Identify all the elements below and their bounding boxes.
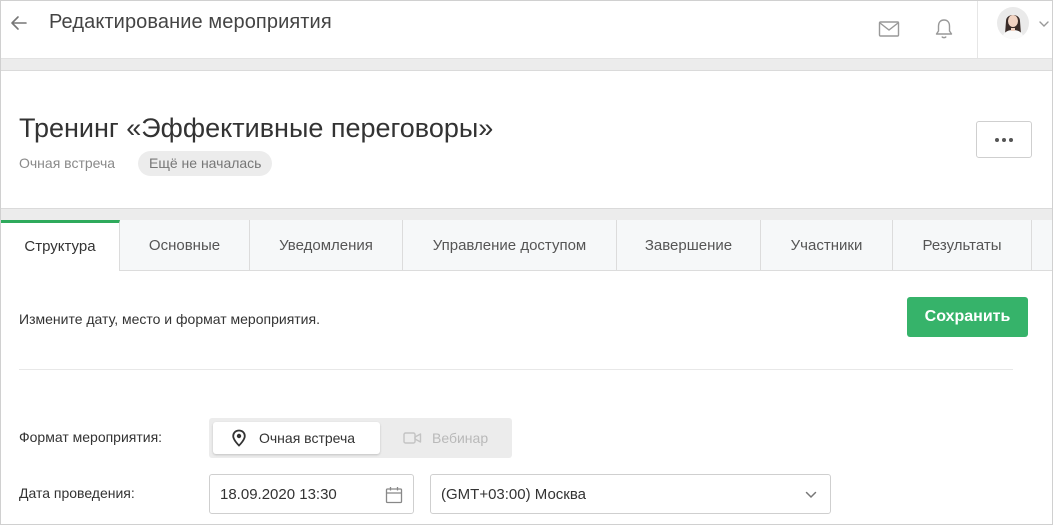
timezone-value: (GMT+03:00) Москва [441,485,586,503]
format-option-label: Очная встреча [259,430,356,446]
tab-access-control[interactable]: Управление доступом [403,220,617,271]
tab-general[interactable]: Основные [120,220,250,271]
status-badge: Ещё не началась [138,151,273,176]
format-option-in-person[interactable]: Очная встреча [213,422,380,454]
timezone-select[interactable]: (GMT+03:00) Москва [430,474,831,514]
notifications-button[interactable] [932,17,956,41]
tab-participants[interactable]: Участники [761,220,893,271]
video-camera-icon [403,432,422,444]
date-label: Дата проведения: [19,485,135,501]
tab-completion[interactable]: Завершение [617,220,761,271]
mail-icon [878,21,900,37]
top-bar: Редактирование мероприятия [1,1,1052,59]
calendar-icon[interactable] [385,486,403,504]
date-value: 18.09.2020 13:30 [220,485,337,503]
event-type: Очная встреча [19,155,116,171]
bell-icon [935,19,953,39]
dot-icon [1002,137,1006,142]
dot-icon [1009,137,1013,142]
instruction-text: Измените дату, место и формат мероприяти… [19,311,320,327]
chevron-down-icon [805,491,817,499]
tab-structure[interactable]: Структура [1,220,120,272]
format-toggle: Очная встреча Вебинар [209,418,512,458]
separator-band [1,59,1052,71]
format-label: Формат мероприятия: [19,429,163,445]
user-photo [997,7,1029,39]
separator-band [1,208,1052,220]
divider [19,369,1013,370]
format-option-label: Вебинар [432,430,489,446]
page-title: Редактирование мероприятия [49,11,332,33]
app-window: Редактирование мероприятия Тренинг «Эффе… [0,0,1053,525]
dot-icon [995,137,999,142]
arrow-left-icon [11,16,27,30]
tab-notifications[interactable]: Уведомления [250,220,403,271]
more-options-button[interactable] [976,121,1032,158]
save-button[interactable]: Сохранить [907,297,1028,337]
date-time-input[interactable]: 18.09.2020 13:30 [209,474,414,514]
tab-results[interactable]: Результаты [893,220,1032,271]
chevron-down-icon[interactable] [1037,17,1051,31]
event-header: Тренинг «Эффективные переговоры» Очная в… [1,71,1052,208]
map-pin-icon [232,429,246,447]
structure-panel: Измените дату, место и формат мероприяти… [1,271,1052,524]
tab-bar: Структура Основные Уведомления Управлени… [1,220,1052,272]
back-button[interactable] [7,11,31,35]
format-option-webinar[interactable]: Вебинар [395,422,507,454]
divider [977,1,978,58]
messages-button[interactable] [877,17,901,41]
event-title: Тренинг «Эффективные переговоры» [19,113,494,143]
avatar[interactable] [997,7,1029,39]
